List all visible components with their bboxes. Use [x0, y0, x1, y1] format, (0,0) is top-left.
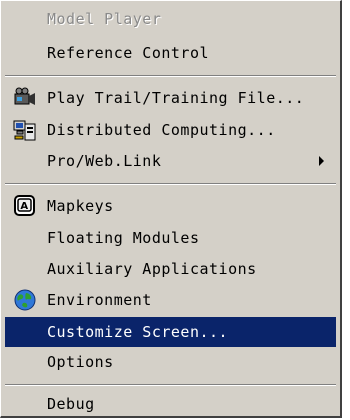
- video-camera-icon: [13, 86, 37, 110]
- menu-item-label: Auxiliary Applications: [47, 260, 257, 278]
- menu-item-environment[interactable]: Environment: [5, 285, 336, 315]
- menu-item-customize-screen[interactable]: Customize Screen...: [5, 317, 336, 347]
- tools-menu: Model Player Reference Control Play Trai…: [0, 0, 342, 418]
- menu-item-label: Customize Screen...: [47, 323, 229, 341]
- key-icon: A: [13, 194, 37, 218]
- menu-item-model-player: Model Player: [5, 4, 336, 34]
- menu-item-label: Environment: [47, 291, 152, 309]
- menu-item-auxiliary-applications[interactable]: Auxiliary Applications: [5, 254, 336, 284]
- globe-icon: [13, 288, 37, 312]
- menu-separator: [5, 384, 336, 386]
- computers-icon: [13, 118, 37, 142]
- menu-item-label: Play Trail/Training File...: [47, 89, 305, 107]
- menu-item-debug[interactable]: Debug: [5, 389, 336, 419]
- menu-separator: [5, 183, 336, 185]
- menu-item-play-trail[interactable]: Play Trail/Training File...: [5, 83, 336, 113]
- menu-item-label: Floating Modules: [47, 229, 200, 247]
- menu-item-label: Mapkeys: [47, 197, 114, 215]
- menu-item-label: Model Player: [47, 10, 162, 28]
- menu-item-reference-control[interactable]: Reference Control: [5, 38, 336, 68]
- menu-item-label: Debug: [47, 395, 95, 413]
- menu-item-label: Reference Control: [47, 44, 210, 62]
- menu-item-label: Pro/Web.Link: [47, 152, 162, 170]
- menu-item-distributed-computing[interactable]: Distributed Computing...: [5, 115, 336, 145]
- menu-item-mapkeys[interactable]: A Mapkeys: [5, 191, 336, 221]
- menu-item-label: Options: [47, 353, 114, 371]
- submenu-arrow-icon: [319, 156, 324, 166]
- menu-item-label: Distributed Computing...: [47, 121, 276, 139]
- menu-item-options[interactable]: Options: [5, 347, 336, 377]
- menu-separator: [5, 75, 336, 77]
- svg-text:A: A: [20, 201, 28, 212]
- menu-item-pro-web-link[interactable]: Pro/Web.Link: [5, 146, 336, 176]
- menu-item-floating-modules[interactable]: Floating Modules: [5, 223, 336, 253]
